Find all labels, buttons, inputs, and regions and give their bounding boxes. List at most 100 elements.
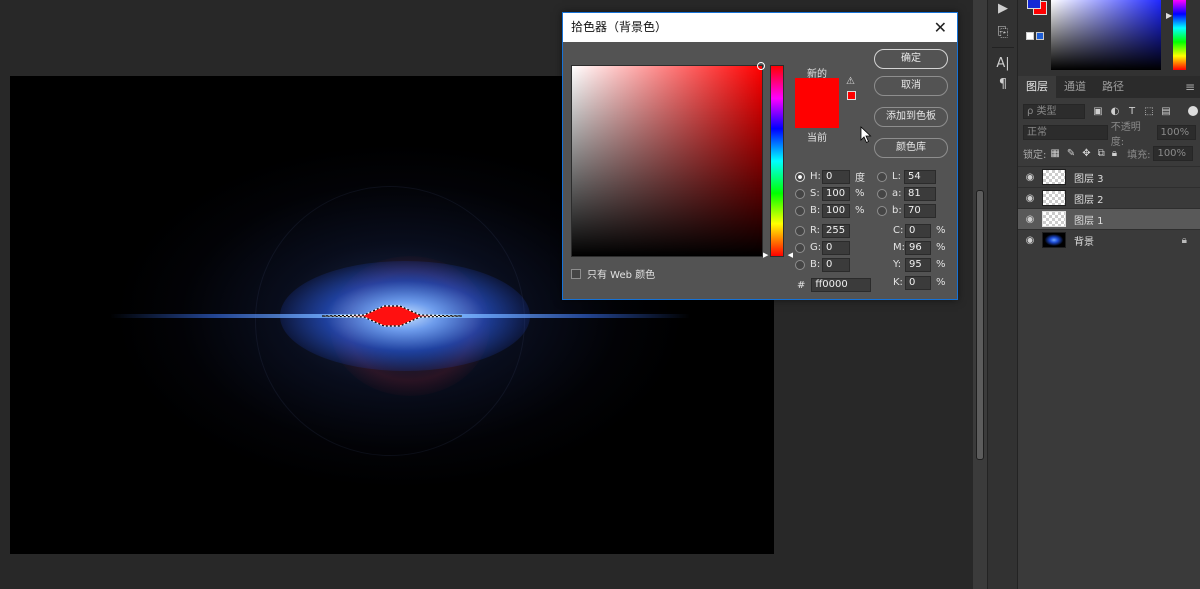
fg-bg-swatches[interactable] — [1024, 0, 1050, 20]
field-m: M: 96 % — [893, 239, 946, 256]
layer-row[interactable]: ◉ 图层 2 — [1018, 187, 1200, 208]
label-blue: B: — [810, 259, 821, 270]
input-c[interactable]: 0 — [905, 223, 931, 238]
input-k[interactable]: 0 — [905, 275, 931, 290]
filter-toggle-icon[interactable] — [1188, 106, 1198, 116]
radio-blue[interactable] — [795, 259, 805, 270]
saturation-brightness-field[interactable] — [571, 62, 765, 257]
label-m: M: — [893, 242, 905, 253]
visibility-eye-icon[interactable]: ◉ — [1018, 235, 1042, 246]
label-r: R: — [810, 225, 821, 236]
field-blue: B: 0 — [795, 256, 850, 273]
paragraph-icon[interactable]: ¶ — [994, 76, 1012, 94]
visibility-eye-icon[interactable]: ◉ — [1018, 193, 1042, 204]
input-blue[interactable]: 0 — [822, 257, 850, 272]
layer-row[interactable]: ◉ 图层 3 — [1018, 166, 1200, 187]
ok-button[interactable]: 确定 — [874, 49, 948, 69]
hue-slider-arrow-icon: ▶ — [1166, 11, 1173, 20]
layer-row-selected[interactable]: ◉ 图层 1 — [1018, 208, 1200, 229]
type-filter-icon[interactable]: T — [1127, 106, 1137, 117]
input-g[interactable]: 0 — [822, 240, 850, 255]
selection-marquee[interactable] — [322, 302, 462, 330]
hex-input[interactable]: ff0000 — [811, 278, 872, 292]
checkbox-box[interactable] — [571, 268, 581, 279]
pixel-filter-icon[interactable]: ▣ — [1093, 106, 1103, 117]
layer-name: 背景 — [1074, 236, 1094, 248]
lock-label: 锁定: — [1023, 150, 1047, 161]
radio-s[interactable] — [795, 188, 805, 199]
lock-image-icon[interactable]: ✎ — [1067, 148, 1075, 159]
input-s[interactable]: 100 — [822, 186, 850, 201]
input-h[interactable]: 0 — [822, 169, 850, 184]
label-k: K: — [893, 277, 903, 288]
layer-name: 图层 3 — [1074, 173, 1104, 185]
clone-source-icon[interactable]: ⎘ — [994, 24, 1012, 42]
input-r[interactable]: 255 — [822, 223, 850, 238]
input-b[interactable]: 100 — [822, 203, 850, 218]
color-libraries-button[interactable]: 颜色库 — [874, 138, 948, 158]
tab-layers[interactable]: 图层 — [1018, 76, 1056, 98]
field-c: C: 0 % — [893, 222, 946, 239]
label-lab-b: b: — [892, 205, 902, 216]
new-color-swatch — [795, 78, 839, 103]
layer-kind-filter[interactable]: ρ 类型 — [1023, 104, 1085, 119]
input-a[interactable]: 81 — [904, 186, 936, 201]
lock-position-icon[interactable]: ✥ — [1082, 148, 1090, 159]
blend-mode-select[interactable]: 正常 — [1023, 125, 1108, 140]
field-s: S: 100 % — [795, 185, 865, 202]
label-c: C: — [893, 225, 904, 236]
layer-row-background[interactable]: ◉ 背景 🔒︎ — [1018, 229, 1200, 250]
shape-filter-icon[interactable]: ⬚ — [1144, 106, 1154, 117]
adjustment-filter-icon[interactable]: ◐ — [1110, 106, 1120, 117]
tab-paths[interactable]: 路径 — [1094, 76, 1132, 98]
lock-transparent-icon[interactable]: ▦ — [1050, 148, 1059, 159]
label-y: Y: — [893, 259, 902, 270]
color-panel-hue-slider[interactable] — [1173, 0, 1186, 70]
right-panels: ▶ 图层 通道 路径 ≡ ρ 类型 ▣ ◐ T ⬚ ▤ 正常 不透明度: 100… — [1017, 0, 1200, 589]
panel-menu-icon[interactable]: ≡ — [1185, 80, 1195, 94]
add-to-swatches-button[interactable]: 添加到色板 — [874, 107, 948, 127]
play-icon[interactable]: ▶ — [994, 0, 1012, 18]
vertical-scrollbar[interactable] — [973, 0, 987, 589]
out-of-gamut-warning-icon[interactable]: ⚠ — [846, 77, 857, 87]
artboard-icon[interactable]: ⧉ — [1098, 148, 1105, 159]
radio-g[interactable] — [795, 242, 805, 253]
layer-lock-icon[interactable]: 🔒︎ — [1182, 235, 1187, 246]
visibility-eye-icon[interactable]: ◉ — [1018, 214, 1042, 225]
radio-l[interactable] — [877, 171, 887, 182]
dialog-title[interactable]: 拾色器（背景色） — [563, 13, 957, 42]
default-colors-icon[interactable] — [1026, 32, 1048, 42]
radio-a[interactable] — [877, 188, 887, 199]
web-colors-only-checkbox[interactable]: 只有 Web 颜色 — [571, 266, 655, 281]
input-lab-b[interactable]: 70 — [904, 203, 936, 218]
tab-channels[interactable]: 通道 — [1056, 76, 1094, 98]
lock-all-icon[interactable]: 🔒︎ — [1112, 148, 1117, 159]
input-l[interactable]: 54 — [904, 169, 936, 184]
radio-lab-b[interactable] — [877, 205, 887, 216]
character-icon[interactable]: A| — [994, 55, 1012, 73]
smart-object-filter-icon[interactable]: ▤ — [1161, 106, 1171, 117]
radio-r[interactable] — [795, 225, 805, 236]
cancel-button[interactable]: 取消 — [874, 76, 948, 96]
radio-b[interactable] — [795, 205, 805, 216]
opacity-input[interactable]: 100% — [1156, 125, 1197, 140]
input-m[interactable]: 96 — [905, 240, 931, 255]
visibility-eye-icon[interactable]: ◉ — [1018, 172, 1042, 183]
label-a: a: — [892, 188, 902, 199]
gamut-color-swatch[interactable] — [847, 91, 856, 100]
hue-slider[interactable] — [770, 65, 784, 257]
color-field-handle[interactable] — [757, 62, 765, 70]
layer-thumbnail — [1042, 232, 1066, 248]
radio-h[interactable] — [795, 171, 805, 182]
color-panel-field[interactable] — [1051, 0, 1161, 70]
layer-thumbnail — [1042, 211, 1066, 227]
foreground-swatch[interactable] — [1027, 0, 1041, 9]
fill-input[interactable]: 100% — [1153, 146, 1194, 161]
scrollbar-thumb[interactable] — [976, 190, 984, 460]
field-r: R: 255 — [795, 222, 850, 239]
close-icon[interactable]: ✕ — [934, 13, 947, 42]
field-y: Y: 95 % — [893, 256, 946, 273]
current-color-swatch[interactable] — [795, 103, 839, 128]
hue-slider-arrows[interactable]: ▶ ◀ — [763, 251, 793, 259]
input-y[interactable]: 95 — [905, 257, 931, 272]
